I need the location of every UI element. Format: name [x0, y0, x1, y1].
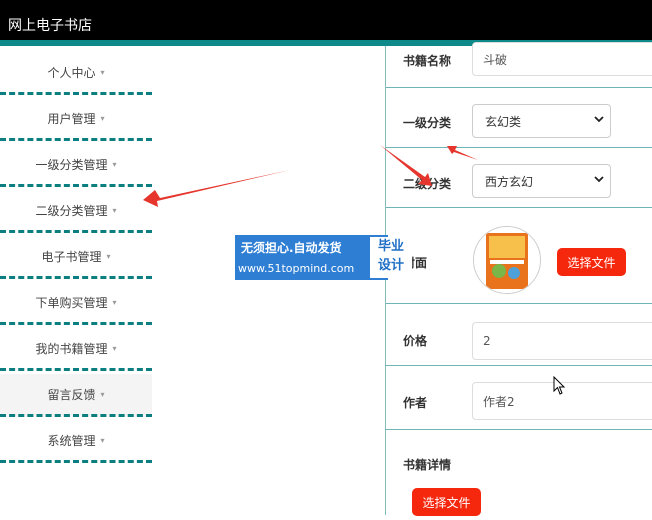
arrow-to-sidebar-icon	[143, 170, 290, 207]
mouse-cursor-icon	[553, 376, 566, 395]
arrow-to-category2-icon	[380, 145, 432, 186]
arrow-to-category1-icon	[447, 146, 478, 160]
annotation-arrows	[143, 145, 478, 207]
